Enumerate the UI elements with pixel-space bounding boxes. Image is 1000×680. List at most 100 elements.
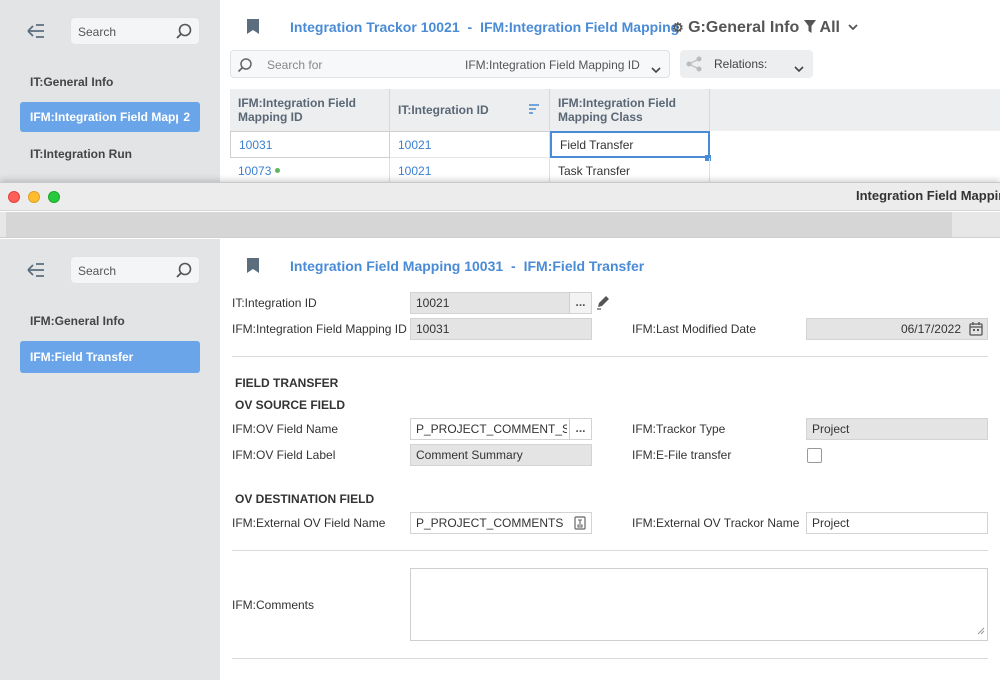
- toolbar-segment: [6, 212, 952, 237]
- column-header-integration-id[interactable]: IT:Integration ID: [390, 89, 550, 131]
- last-modified-value: 06/17/2022: [900, 322, 961, 336]
- cell-mapping-class[interactable]: Field Transfer: [550, 131, 710, 158]
- bookmark-icon[interactable]: [246, 18, 260, 35]
- efile-transfer-label: IFM:E-File transfer: [632, 448, 732, 462]
- title-separator: -: [511, 258, 516, 274]
- cell-integration-id[interactable]: 10021: [390, 131, 550, 158]
- background-window: Search IT:General Info IFM:Integration F…: [0, 0, 1000, 182]
- search-field-select[interactable]: IFM:Integration Field Mapping ID: [465, 58, 640, 72]
- page-title: Integration Field Mapping 10031 - IFM:Fi…: [290, 258, 644, 274]
- front-content: Search IFM:General Info IFM:Field Transf…: [0, 239, 1000, 680]
- filter-label[interactable]: All: [820, 19, 840, 36]
- mapping-id-field: 10031: [410, 318, 592, 340]
- relations-dropdown[interactable]: Relations:: [680, 50, 813, 78]
- cell-mapping-class[interactable]: Task Transfer: [550, 158, 710, 182]
- filter-icon[interactable]: [803, 20, 816, 38]
- title-text: Integration Trackor 10021: [290, 19, 460, 35]
- maximize-window-button[interactable]: [48, 191, 60, 203]
- divider: [232, 356, 988, 357]
- title-subtitle: IFM:Field Transfer: [523, 258, 645, 274]
- mapping-id-label: IFM:Integration Field Mapping ID: [232, 322, 407, 336]
- column-header-label: IT:Integration ID: [398, 103, 489, 117]
- bookmark-icon[interactable]: [246, 257, 260, 274]
- front-window: Integration Field Mapping Search IFM:Gen…: [0, 182, 1000, 680]
- grid-search-bar[interactable]: Search for IFM:Integration Field Mapping…: [230, 50, 670, 78]
- grid-header: IFM:Integration Field Mapping ID IT:Inte…: [230, 89, 1000, 131]
- minimize-window-button[interactable]: [28, 191, 40, 203]
- count-badge: 2: [183, 110, 190, 124]
- sidebar-item-field-transfer[interactable]: IFM:Field Transfer: [20, 341, 200, 373]
- chevron-down-icon[interactable]: [651, 62, 661, 76]
- front-sidebar: Search IFM:General Info IFM:Field Transf…: [0, 239, 220, 680]
- comments-label: IFM:Comments: [232, 598, 315, 612]
- lookup-ellipsis-button[interactable]: ...: [569, 293, 591, 313]
- search-icon[interactable]: [175, 22, 193, 43]
- efile-transfer-checkbox[interactable]: [807, 448, 822, 463]
- divider: [232, 550, 988, 551]
- column-header-mapping-class[interactable]: IFM:Integration Field Mapping Class: [550, 89, 710, 131]
- collapse-sidebar-icon[interactable]: [26, 261, 46, 281]
- window-titlebar[interactable]: Integration Field Mapping: [0, 183, 1000, 211]
- ov-field-name-label: IFM:OV Field Name: [232, 422, 339, 436]
- ov-field-name-value: P_PROJECT_COMMENT_SUMMARY: [416, 422, 567, 436]
- integration-id-value: 10021: [416, 296, 450, 310]
- trackor-type-label: IFM:Trackor Type: [632, 422, 726, 436]
- last-modified-field[interactable]: 06/17/2022: [806, 318, 988, 340]
- tab-label: G:General Info: [688, 19, 800, 36]
- lookup-ellipsis-button[interactable]: ...: [569, 419, 591, 439]
- trackor-type-field[interactable]: Project: [806, 418, 988, 440]
- search-icon[interactable]: [175, 261, 193, 282]
- pencil-icon[interactable]: [595, 294, 611, 313]
- resize-handle-icon[interactable]: [977, 624, 985, 638]
- sidebar-item-label: IFM:Integration Field Mapping ID: [30, 110, 178, 124]
- close-window-button[interactable]: [8, 191, 20, 203]
- ext-field-name-field[interactable]: P_PROJECT_COMMENTS: [410, 512, 592, 534]
- ext-field-name-label: IFM:External OV Field Name: [232, 516, 386, 530]
- relations-icon: [686, 56, 702, 75]
- back-sidebar-search[interactable]: Search: [70, 17, 200, 45]
- section-field-transfer: FIELD TRANSFER: [235, 376, 339, 390]
- calendar-icon[interactable]: [969, 322, 983, 339]
- sidebar-item-field-mapping[interactable]: IFM:Integration Field Mapping ID 2: [20, 102, 200, 132]
- front-sidebar-search[interactable]: Search: [70, 256, 200, 284]
- cell-mapping-id[interactable]: 10073: [230, 158, 390, 182]
- status-dot-icon: [275, 168, 280, 173]
- sidebar-item-general-info[interactable]: IFM:General Info: [20, 306, 200, 336]
- integration-id-label: IT:Integration ID: [232, 296, 317, 310]
- search-icon: [237, 57, 253, 76]
- sidebar-item-general-info[interactable]: IT:General Info: [20, 67, 200, 97]
- section-ov-source: OV SOURCE FIELD: [235, 398, 346, 412]
- cell-mapping-id[interactable]: 10031: [230, 131, 390, 158]
- ext-trackor-name-label: IFM:External OV Trackor Name: [632, 516, 800, 530]
- window-title: Integration Field Mapping: [856, 188, 1000, 203]
- header-tab-selector[interactable]: ⚙ G:General Info All: [672, 17, 859, 38]
- last-modified-label: IFM:Last Modified Date: [632, 322, 757, 336]
- title-separator: -: [467, 19, 473, 35]
- ext-trackor-name-field[interactable]: Project: [806, 512, 988, 534]
- title-text: Integration Field Mapping 10031: [290, 258, 504, 274]
- field-info-icon[interactable]: [574, 516, 586, 533]
- comments-textarea[interactable]: [410, 568, 988, 641]
- chevron-down-icon[interactable]: [848, 17, 859, 35]
- ov-field-name-field[interactable]: P_PROJECT_COMMENT_SUMMARY ...: [410, 418, 592, 440]
- search-placeholder: Search: [78, 264, 117, 278]
- collapse-sidebar-icon[interactable]: [26, 22, 46, 42]
- cell-integration-id[interactable]: 10021: [390, 158, 550, 182]
- section-ov-destination: OV DESTINATION FIELD: [235, 492, 375, 506]
- search-input[interactable]: Search for: [267, 58, 322, 72]
- window-toolbar: [0, 212, 1000, 238]
- title-subtitle: IFM:Integration Field Mapping: [480, 19, 680, 35]
- ov-field-label-field: Comment Summary: [410, 444, 592, 466]
- sort-icon[interactable]: [529, 103, 539, 117]
- integration-id-field[interactable]: 10021 ...: [410, 292, 592, 314]
- sidebar-item-integration-run[interactable]: IT:Integration Run: [20, 139, 200, 169]
- ov-field-label-label: IFM:OV Field Label: [232, 448, 336, 462]
- relations-label: Relations:: [714, 57, 768, 71]
- back-sidebar: Search IT:General Info IFM:Integration F…: [0, 0, 220, 182]
- page-title: Integration Trackor 10021 - IFM:Integrat…: [290, 19, 679, 35]
- column-header-mapping-id[interactable]: IFM:Integration Field Mapping ID: [230, 89, 390, 131]
- chevron-down-icon[interactable]: [794, 61, 804, 75]
- search-placeholder: Search: [78, 25, 117, 39]
- cell-value: 10073: [238, 164, 272, 178]
- gear-icon: ⚙: [672, 20, 684, 35]
